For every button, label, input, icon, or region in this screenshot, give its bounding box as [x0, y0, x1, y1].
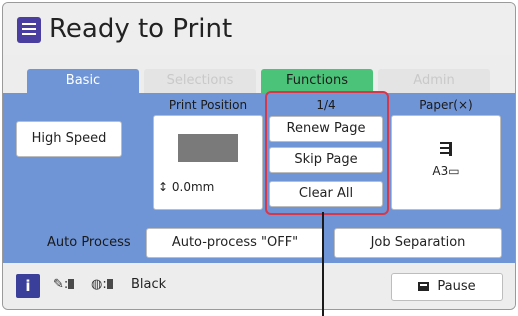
- status-bar: i ✎: ◍: Black Pause: [3, 263, 515, 309]
- pause-icon: [418, 282, 430, 291]
- high-speed-button[interactable]: High Speed: [16, 121, 122, 157]
- master-level-bar: [106, 279, 113, 289]
- ink-level-bar: [68, 279, 75, 289]
- pause-button[interactable]: Pause: [391, 273, 503, 301]
- print-position-preview: [178, 134, 238, 162]
- print-position-label: Print Position: [168, 98, 248, 112]
- pause-label: Pause: [437, 279, 476, 294]
- master-roll-icon: ◍: [91, 277, 103, 292]
- paper-label: Paper(×): [419, 98, 473, 112]
- clear-all-button[interactable]: Clear All: [269, 181, 383, 207]
- landscape-orientation-icon: ▭: [448, 164, 460, 178]
- title-bar: Ready to Print: [3, 3, 515, 55]
- print-position-value: 0.0mm: [171, 180, 215, 194]
- paper-button[interactable]: A3▭: [391, 115, 501, 210]
- printer-screen: Ready to Print Basic Selections Function…: [2, 2, 516, 310]
- vertical-offset-icon: ↕: [158, 180, 169, 194]
- tab-basic[interactable]: Basic: [27, 69, 139, 93]
- renew-page-button[interactable]: Renew Page: [269, 116, 383, 142]
- tab-admin[interactable]: Admin: [378, 69, 490, 93]
- job-separation-button[interactable]: Job Separation: [334, 228, 502, 258]
- page-counter: 1/4: [316, 98, 336, 112]
- info-icon[interactable]: i: [16, 274, 40, 298]
- callout-line: [322, 212, 324, 316]
- auto-process-row: Auto Process Auto-process "OFF" Job Sepa…: [3, 223, 515, 263]
- status-list-icon: [17, 17, 41, 43]
- page-title: Ready to Print: [49, 14, 233, 44]
- ink-icon: ✎: [53, 277, 64, 292]
- paper-tray-icon: [440, 142, 452, 156]
- print-position-button[interactable]: ↕ 0.0mm: [153, 115, 263, 210]
- basic-panel: High Speed Print Position ↕ 0.0mm 1/4 Re…: [3, 93, 515, 223]
- auto-process-button[interactable]: Auto-process "OFF": [146, 228, 324, 258]
- tab-functions[interactable]: Functions: [261, 69, 373, 93]
- auto-process-label: Auto Process: [47, 235, 131, 250]
- master-level-indicator: ◍:: [91, 277, 113, 292]
- ink-level-indicator: ✎:: [53, 277, 75, 292]
- paper-size: A3▭: [432, 164, 460, 178]
- skip-page-button[interactable]: Skip Page: [269, 147, 383, 173]
- ink-color: Black: [131, 277, 167, 292]
- print-position-readout: ↕ 0.0mm: [158, 180, 214, 194]
- tab-selections[interactable]: Selections: [144, 69, 256, 93]
- tab-bar: Basic Selections Functions Admin: [3, 69, 515, 93]
